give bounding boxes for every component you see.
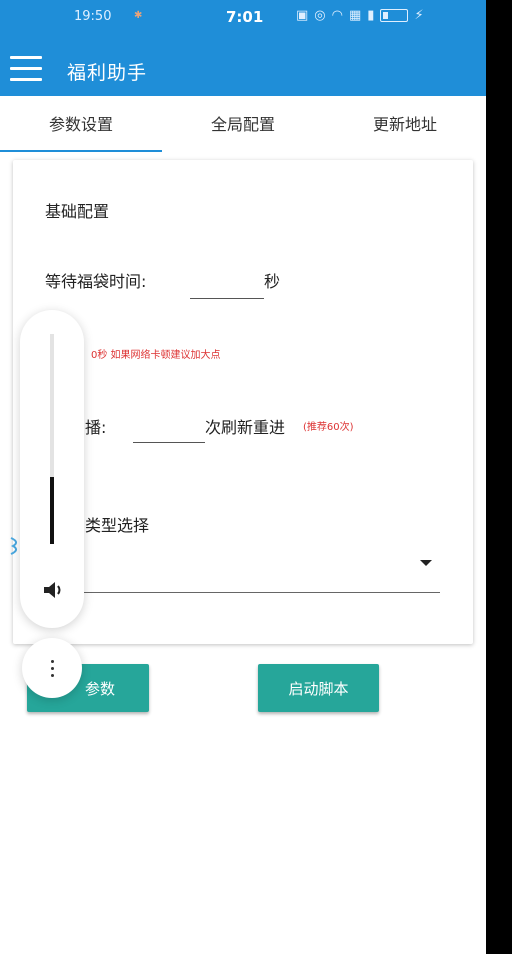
charging-icon: ⚡ <box>414 8 424 23</box>
wait-time-label: 等待福袋时间: <box>45 272 147 291</box>
speaker-icon[interactable] <box>42 580 64 600</box>
volume-overlay <box>20 310 84 628</box>
tab-bar: 参数设置 全局配置 更新地址 <box>0 96 486 152</box>
status-icons: ▣ ◎ ◠ ▦ ▮ ⚡ <box>296 8 424 23</box>
retry-hint: (推荐60次) <box>303 422 354 433</box>
status-time-left: 19:50 <box>74 9 112 24</box>
retry-label: 播: <box>85 418 107 437</box>
tab-parameters[interactable]: 参数设置 <box>0 96 162 152</box>
signal-icon: ▦ <box>348 8 362 23</box>
retry-count-input[interactable] <box>133 412 205 443</box>
volume-level <box>50 476 54 544</box>
tab-update-address[interactable]: 更新地址 <box>324 96 486 152</box>
more-options-button[interactable] <box>22 638 82 698</box>
wifi-icon: ◠ <box>331 8 343 23</box>
hd-icon: ▣ <box>296 8 309 23</box>
app-bar: 福利助手 <box>0 34 486 96</box>
start-script-button[interactable]: 启动脚本 <box>258 664 379 712</box>
retry-text: 次刷新重进 <box>205 418 286 437</box>
status-bar: 19:50 ✱ 7:01 ▣ ◎ ◠ ▦ ▮ ⚡ <box>0 0 486 34</box>
battery-icon <box>380 9 409 22</box>
wait-time-input[interactable] <box>190 268 264 299</box>
app-screen: 19:50 ✱ 7:01 ▣ ◎ ◠ ▦ ▮ ⚡ 福利助手 参数设置 全局配置 … <box>0 0 486 954</box>
message-icon: ◎ <box>314 8 326 23</box>
type-select[interactable] <box>83 550 440 593</box>
status-time-center: 7:01 <box>226 8 264 26</box>
wait-time-note: 0秒 如果网络卡顿建议加大点 <box>91 350 221 361</box>
tab-global-config[interactable]: 全局配置 <box>162 96 324 152</box>
app-title: 福利助手 <box>67 62 148 84</box>
type-select-label: 类型选择 <box>85 516 150 535</box>
volume-slider[interactable] <box>50 334 54 544</box>
section-title: 基础配置 <box>45 202 110 221</box>
menu-icon[interactable] <box>10 56 42 81</box>
signal-bars-icon: ▮ <box>367 8 375 23</box>
dropdown-arrow-icon <box>420 560 432 566</box>
notification-icon: ✱ <box>134 10 143 21</box>
wait-time-unit: 秒 <box>264 272 281 291</box>
